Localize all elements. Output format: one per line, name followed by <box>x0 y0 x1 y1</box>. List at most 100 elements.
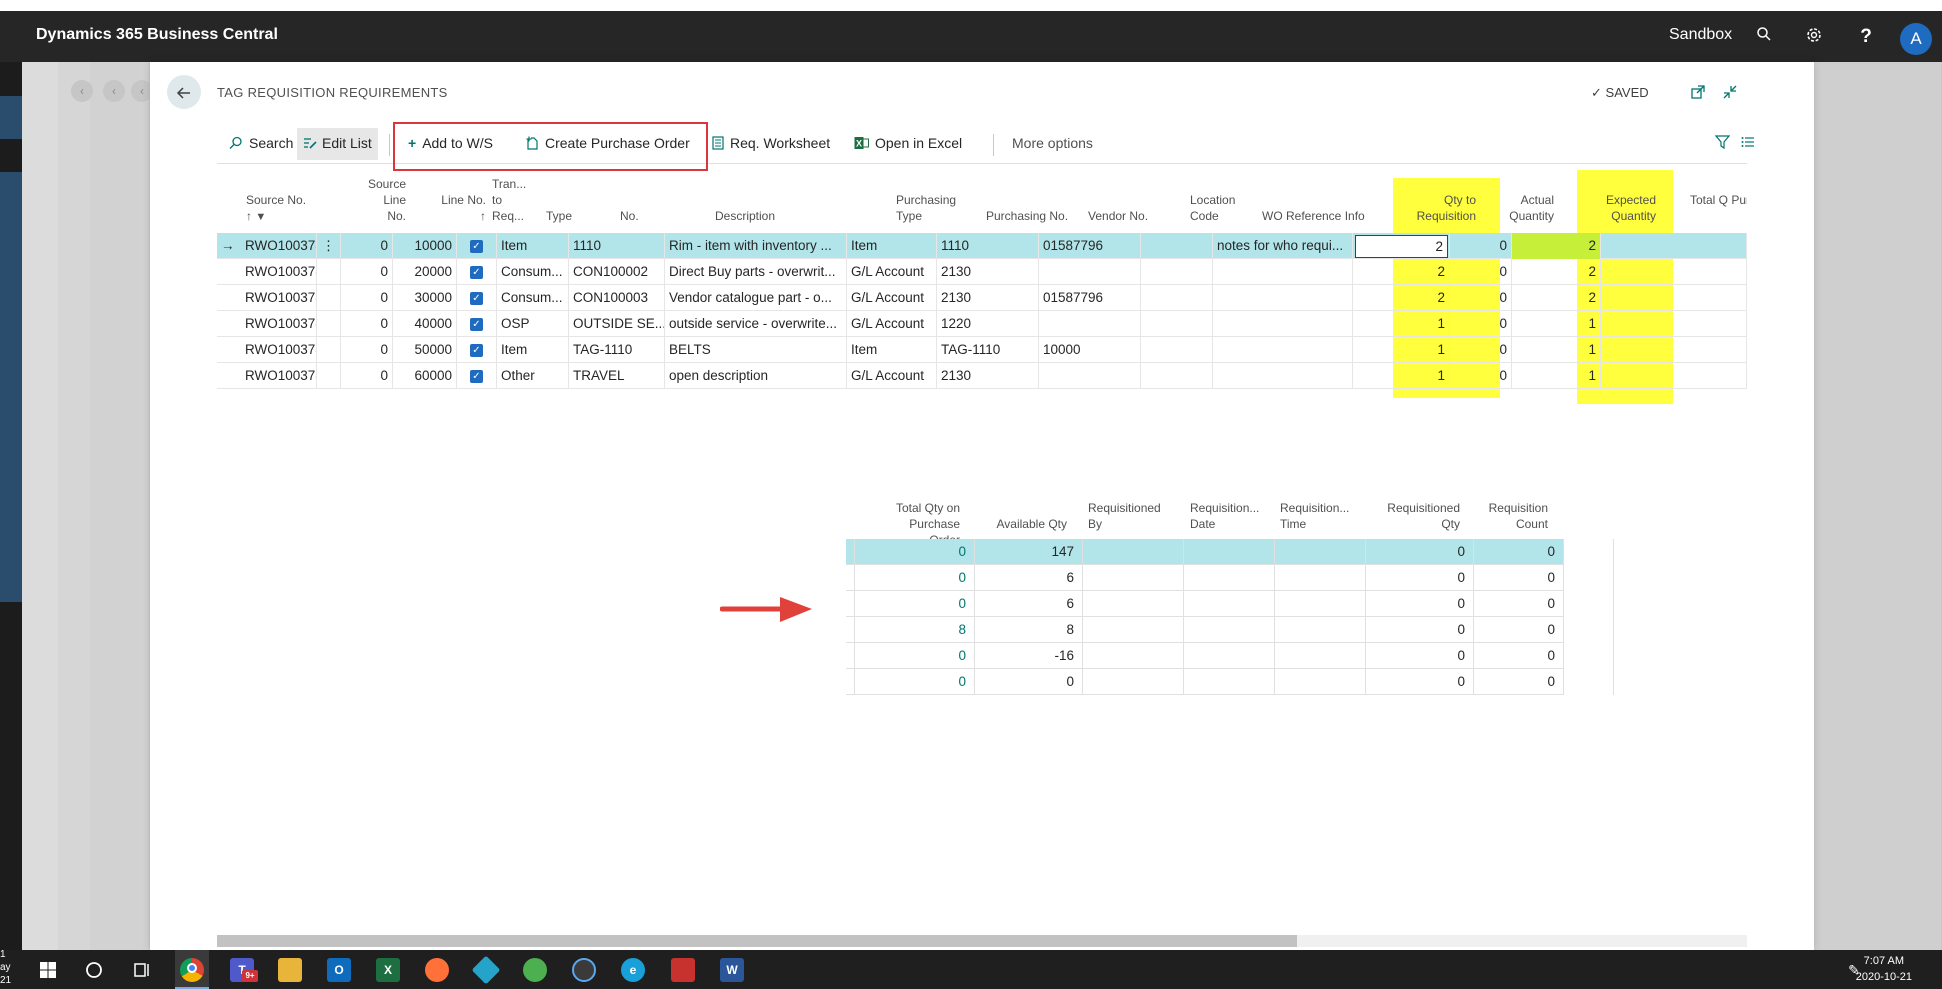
cell-description[interactable]: Vendor catalogue part - o... <box>665 285 847 311</box>
cell-location[interactable] <box>1141 311 1213 337</box>
more-options-button[interactable]: More options <box>1012 135 1093 151</box>
table-row[interactable]: 0 147 0 0 <box>846 539 1614 565</box>
col-header-requisition-time[interactable]: Requisition... Time <box>1280 500 1352 532</box>
cell-vendor-no[interactable]: 10000 <box>1039 337 1141 363</box>
cell-type[interactable]: Item <box>497 233 569 259</box>
cell-no[interactable]: 1110 <box>569 233 665 259</box>
checkbox-checked-icon[interactable]: ✓ <box>470 369 483 383</box>
cell-qty-to-req[interactable]: 2 <box>1353 259 1450 285</box>
cell-purch-type[interactable]: Item <box>847 233 937 259</box>
cell-type[interactable]: Consum... <box>497 259 569 285</box>
word-icon[interactable]: W <box>720 958 744 982</box>
col-header-source-line[interactable]: Source Line No. <box>364 176 406 224</box>
cell-description[interactable]: open description <box>665 363 847 389</box>
transfer-to-req-checkbox[interactable]: ✓ <box>457 259 497 285</box>
cell-source-line[interactable]: 0 <box>341 285 393 311</box>
cell-no[interactable]: TRAVEL <box>569 363 665 389</box>
cell-total-qty-po[interactable]: 0 <box>854 643 975 669</box>
gear-icon[interactable] <box>1803 26 1825 48</box>
table-row[interactable]: RWO100378 0 60000 ✓ Other TRAVEL open descript… <box>217 363 1747 389</box>
file-explorer-icon[interactable] <box>278 958 302 982</box>
open-new-window-icon[interactable] <box>1690 84 1706 104</box>
cell-type[interactable]: Other <box>497 363 569 389</box>
cell-wo-ref[interactable] <box>1213 311 1353 337</box>
cell-total-q[interactable] <box>1601 259 1747 285</box>
col-header-qty-to-requisition[interactable]: Qty to Requisition <box>1400 192 1476 224</box>
table-row[interactable]: RWO100378 0 40000 ✓ OSP OUTSIDE SE... outside … <box>217 311 1747 337</box>
horizontal-scrollbar[interactable] <box>217 935 1747 947</box>
cell-wo-ref[interactable] <box>1213 363 1353 389</box>
stacked-back-icon-1[interactable]: ‹ <box>71 80 93 102</box>
cell-purch-no[interactable]: 2130 <box>937 285 1039 311</box>
transfer-to-req-checkbox[interactable]: ✓ <box>457 233 497 259</box>
col-header-total-qty-po[interactable]: Total Q Purchase ( <box>1690 192 1747 208</box>
back-arrow-icon[interactable] <box>167 75 201 109</box>
search-button[interactable]: Search <box>229 135 293 151</box>
open-in-excel-button[interactable]: X Open in Excel <box>854 135 962 151</box>
cell-actual-qty[interactable]: 0 <box>1450 311 1512 337</box>
messaging-app-icon[interactable] <box>523 958 547 982</box>
cell-source-no[interactable]: RWO100378 <box>241 311 317 337</box>
cell-description[interactable]: BELTS <box>665 337 847 363</box>
checkbox-checked-icon[interactable]: ✓ <box>470 291 483 305</box>
col-header-actual-quantity[interactable]: Actual Quantity <box>1500 192 1554 224</box>
row-actions-icon[interactable] <box>317 311 341 337</box>
cell-source-no[interactable]: RWO100378 <box>241 363 317 389</box>
cell-wo-ref[interactable] <box>1213 259 1353 285</box>
cell-expected-qty[interactable]: 2 <box>1512 233 1601 259</box>
edit-list-button[interactable]: Edit List <box>303 135 372 151</box>
security-app-icon[interactable] <box>671 958 695 982</box>
col-header-requisition-count[interactable]: Requisition Count <box>1470 500 1548 532</box>
col-header-wo-reference-info[interactable]: WO Reference Info <box>1262 208 1365 224</box>
col-header-location-code[interactable]: Location Code <box>1190 192 1246 224</box>
req-worksheet-button[interactable]: Req. Worksheet <box>712 135 830 151</box>
stacked-back-icon-2[interactable]: ‹ <box>103 80 125 102</box>
transfer-to-req-checkbox[interactable]: ✓ <box>457 337 497 363</box>
transfer-to-req-checkbox[interactable]: ✓ <box>457 311 497 337</box>
col-header-available-qty[interactable]: Available Qty <box>985 516 1067 532</box>
cell-line-no[interactable]: 50000 <box>393 337 457 363</box>
cell-purch-no[interactable]: 2130 <box>937 259 1039 285</box>
cell-line-no[interactable]: 10000 <box>393 233 457 259</box>
cell-no[interactable]: CON100002 <box>569 259 665 285</box>
cell-location[interactable] <box>1141 337 1213 363</box>
task-view-icon[interactable] <box>130 958 154 982</box>
table-row[interactable]: 0600 <box>846 565 1614 591</box>
cell-line-no[interactable]: 20000 <box>393 259 457 285</box>
cell-description[interactable]: Direct Buy parts - overwrit... <box>665 259 847 285</box>
row-actions-icon[interactable] <box>317 337 341 363</box>
cell-total-q[interactable] <box>1601 311 1747 337</box>
cell-vendor-no[interactable]: 01587796 <box>1039 285 1141 311</box>
cell-vendor-no[interactable]: 01587796 <box>1039 233 1141 259</box>
cell-expected-qty[interactable]: 1 <box>1512 311 1601 337</box>
cell-actual-qty[interactable]: 0 <box>1450 363 1512 389</box>
col-header-requisitioned-qty[interactable]: Requisitioned Qty <box>1380 500 1460 532</box>
cell-type[interactable]: Consum... <box>497 285 569 311</box>
cell-type[interactable]: Item <box>497 337 569 363</box>
table-row[interactable]: RWO100378 0 30000 ✓ Consum... CON100003 Vendor… <box>217 285 1747 311</box>
cell-total-qty-po[interactable]: 0 <box>854 539 975 565</box>
col-header-expected-quantity[interactable]: Expected Quantity <box>1594 192 1656 224</box>
cell-line-no[interactable]: 30000 <box>393 285 457 311</box>
cell-source-line[interactable]: 0 <box>341 337 393 363</box>
cell-location[interactable] <box>1141 259 1213 285</box>
transfer-to-req-checkbox[interactable]: ✓ <box>457 363 497 389</box>
cell-source-no[interactable]: RWO100378 <box>241 233 317 259</box>
cell-description[interactable]: outside service - overwrite... <box>665 311 847 337</box>
row-actions-icon[interactable] <box>317 363 341 389</box>
table-row[interactable]: 0 -16 0 0 <box>846 643 1614 669</box>
cell-type[interactable]: OSP <box>497 311 569 337</box>
avatar[interactable]: A <box>1900 23 1932 55</box>
collapse-icon[interactable] <box>1722 84 1738 104</box>
cell-source-line[interactable]: 0 <box>341 259 393 285</box>
sync-app-icon[interactable] <box>572 958 596 982</box>
col-header-transfer-to-req[interactable]: Tran... to Req... <box>492 176 532 224</box>
cell-purch-type[interactable]: G/L Account <box>847 363 937 389</box>
col-header-requisition-date[interactable]: Requisition... Date <box>1190 500 1262 532</box>
cell-actual-qty[interactable]: 0 <box>1450 233 1512 259</box>
cell-actual-qty[interactable]: 0 <box>1450 337 1512 363</box>
cell-no[interactable]: TAG-1110 <box>569 337 665 363</box>
checkbox-checked-icon[interactable]: ✓ <box>470 265 483 279</box>
environment-label[interactable]: Sandbox <box>1669 26 1732 44</box>
col-header-no[interactable]: No. <box>620 208 639 224</box>
